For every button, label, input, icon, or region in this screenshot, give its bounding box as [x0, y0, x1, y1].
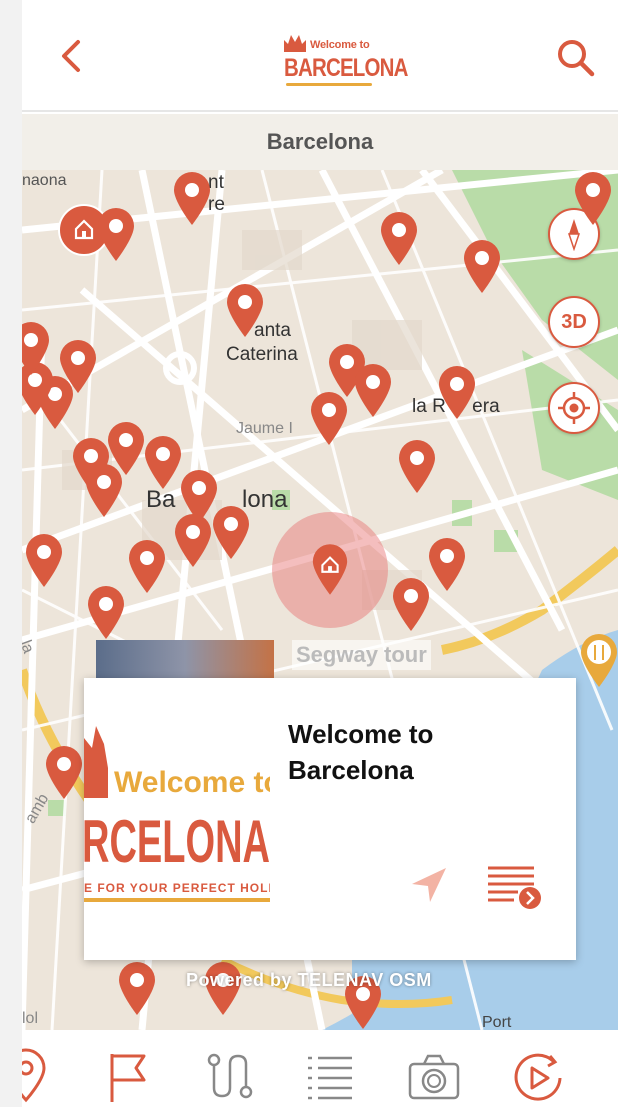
- logo-image-text: Welcome to: [114, 766, 270, 799]
- logo-big-text: BARCELONA: [284, 54, 408, 82]
- home-pin-icon: [312, 544, 348, 595]
- map-pin-icon: [227, 284, 263, 337]
- home-icon: [74, 219, 94, 240]
- map-pin-icon: [174, 172, 210, 225]
- segway-tour-label[interactable]: Segway tour: [292, 640, 431, 670]
- attraction-pin[interactable]: [171, 170, 213, 226]
- locate-me-button[interactable]: [548, 382, 600, 434]
- map-pin-icon: [355, 364, 391, 417]
- map-label: Caterina: [226, 344, 298, 365]
- map-pin-icon: [98, 208, 134, 261]
- attraction-pin[interactable]: [436, 364, 478, 420]
- map-pin-icon: [213, 506, 249, 559]
- city-title-bar: Barcelona: [22, 114, 618, 170]
- map-pin-icon: [399, 440, 435, 493]
- map-pin-icon: [175, 514, 211, 567]
- navigate-button[interactable]: [406, 862, 452, 908]
- nav-flag[interactable]: [100, 1048, 156, 1104]
- search-button[interactable]: [554, 36, 598, 80]
- map-label: lol: [22, 1010, 39, 1027]
- details-button[interactable]: [484, 862, 546, 912]
- attraction-pin[interactable]: [224, 282, 266, 338]
- back-button[interactable]: [52, 36, 92, 76]
- map-pin-icon: [86, 464, 122, 517]
- attraction-pin[interactable]: [83, 462, 125, 518]
- map-pin-icon: [381, 212, 417, 265]
- home-marker-center[interactable]: [310, 542, 350, 596]
- attraction-pin[interactable]: [308, 390, 350, 446]
- attraction-pin[interactable]: [461, 238, 503, 294]
- attraction-pin[interactable]: [352, 362, 394, 418]
- map-pin-icon: [26, 534, 62, 587]
- map-label: naona: [22, 172, 67, 189]
- attraction-pin[interactable]: [390, 576, 432, 632]
- attraction-pin[interactable]: [85, 584, 127, 640]
- welcome-barcelona-logo: Welcome to RCELONA E FOR YOUR PERFECT HO…: [84, 678, 270, 960]
- map-pin-icon: [129, 540, 165, 593]
- attraction-pin[interactable]: [116, 960, 158, 1016]
- nav-location[interactable]: [22, 1048, 54, 1104]
- poi-thumbnail: Welcome to RCELONA E FOR YOUR PERFECT HO…: [84, 678, 270, 960]
- list-icon: [308, 1056, 352, 1100]
- flag-icon: [110, 1054, 146, 1102]
- chevron-left-icon: [62, 40, 80, 72]
- 3d-label: 3D: [561, 310, 587, 333]
- nav-list[interactable]: [302, 1048, 358, 1104]
- attraction-pin[interactable]: [172, 512, 214, 568]
- attraction-pin[interactable]: [22, 320, 52, 376]
- location-pin-icon: [22, 1048, 46, 1103]
- crosshair-icon: [558, 392, 590, 424]
- attraction-pin[interactable]: [23, 532, 65, 588]
- search-icon: [558, 40, 595, 77]
- poi-info-card[interactable]: Welcome to RCELONA E FOR YOUR PERFECT HO…: [84, 678, 576, 960]
- list-details-icon: [488, 866, 541, 909]
- map-pin-icon: [119, 962, 155, 1015]
- route-icon: [207, 1053, 253, 1099]
- poi-title: Welcome to Barcelona: [288, 719, 434, 785]
- logo-small-text: Welcome to: [310, 39, 370, 51]
- attraction-pin[interactable]: [126, 538, 168, 594]
- map-pin-icon: [22, 322, 49, 375]
- map-pin-icon: [578, 630, 618, 686]
- 3d-toggle-button[interactable]: 3D: [548, 296, 600, 348]
- attraction-pin[interactable]: [95, 206, 137, 262]
- app-header: Welcome to BARCELONA: [22, 0, 618, 112]
- attraction-pin[interactable]: [426, 536, 468, 592]
- attraction-pin[interactable]: [43, 744, 85, 800]
- map-pin-icon: [46, 746, 82, 799]
- logo-image-text: RCELONA: [84, 808, 270, 875]
- map-label: Jaume I: [236, 420, 293, 437]
- map-pin-icon: [311, 392, 347, 445]
- city-title: Barcelona: [266, 129, 374, 154]
- camera-icon: [408, 1054, 460, 1100]
- map-pin-icon: [88, 586, 124, 639]
- map-pin-icon: [464, 240, 500, 293]
- attraction-pin[interactable]: [210, 504, 252, 560]
- play-icon: [514, 1053, 562, 1101]
- map-pin-icon: [429, 538, 465, 591]
- left-edge-strip: [0, 0, 22, 1107]
- map-label: Port: [482, 1014, 512, 1030]
- nav-play[interactable]: [510, 1048, 566, 1104]
- map-pin-icon: [439, 366, 475, 419]
- map-attribution: Powered by TELENAV OSM: [186, 970, 432, 990]
- attraction-pin[interactable]: [572, 170, 614, 226]
- crown-icon: [284, 35, 306, 52]
- map-pin-icon: [575, 172, 611, 225]
- navigation-arrow-icon: [412, 868, 446, 902]
- nav-camera[interactable]: [406, 1048, 462, 1104]
- logo-underline: [286, 83, 372, 86]
- app-logo: Welcome to BARCELONA: [280, 30, 408, 88]
- attraction-pin[interactable]: [378, 210, 420, 266]
- attraction-pin[interactable]: [396, 438, 438, 494]
- logo-image-text: E FOR YOUR PERFECT HOLID: [84, 881, 270, 895]
- app-screen: Welcome to BARCELONA Barcelona naona nt …: [22, 0, 618, 1107]
- bottom-navigation: [22, 1030, 618, 1107]
- map-view[interactable]: naona nt re anta Caterina la R era Jaume…: [22, 170, 618, 1030]
- nav-route[interactable]: [202, 1048, 258, 1104]
- map-pin-icon: [393, 578, 429, 631]
